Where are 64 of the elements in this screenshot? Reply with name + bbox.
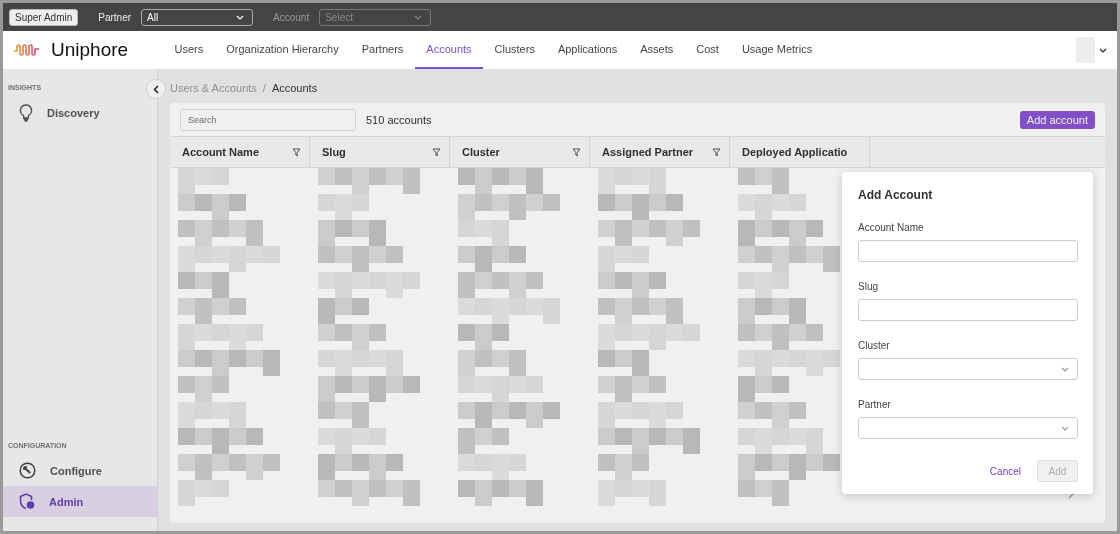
- field-label: Partner: [858, 399, 892, 410]
- brand-name: Uniphore: [51, 39, 129, 61]
- filter-icon[interactable]: [292, 147, 301, 157]
- blurred-text: [738, 194, 806, 220]
- blurred-text: [458, 246, 526, 272]
- nav-tab[interactable]: Usage Metrics: [730, 31, 824, 69]
- field-label: Account Name: [858, 222, 925, 233]
- filter-icon[interactable]: [572, 147, 581, 157]
- nav-tab[interactable]: Users: [163, 31, 215, 69]
- add-account-button[interactable]: Add account: [1019, 110, 1095, 129]
- input-field[interactable]: [858, 299, 1078, 321]
- wrench-icon: [19, 462, 36, 479]
- column-header[interactable]: Cluster: [450, 137, 590, 167]
- shield-icon: [19, 493, 35, 510]
- nav-tab[interactable]: Applications: [546, 31, 629, 69]
- sidebar-item[interactable]: Configure: [3, 455, 157, 486]
- field-label: Slug: [858, 281, 879, 292]
- blurred-text: [178, 402, 246, 428]
- dialog-title: Add Account: [858, 188, 934, 202]
- search-field[interactable]: Search: [180, 108, 356, 131]
- cancel-button[interactable]: Cancel: [983, 464, 1027, 478]
- blurred-text: [458, 350, 526, 376]
- account-label: Account: [273, 11, 310, 23]
- blurred-text: [318, 324, 386, 350]
- column-header[interactable]: Deployed Applicatio: [730, 137, 870, 167]
- breadcrumb-separator: /: [262, 82, 266, 94]
- caret-icon: [414, 14, 423, 20]
- breadcrumb-item: Accounts: [271, 82, 318, 94]
- caret-icon: [236, 14, 245, 20]
- chevron-left-icon: [153, 84, 159, 94]
- blurred-text: [598, 376, 666, 402]
- role-button[interactable]: Super Admin: [9, 8, 79, 26]
- blurred-text: [738, 298, 806, 324]
- partner-select[interactable]: All: [141, 8, 254, 26]
- blurred-text: [458, 454, 526, 480]
- blurred-text: [318, 220, 386, 246]
- nav-tab[interactable]: Assets: [628, 31, 685, 69]
- blurred-text: [738, 402, 806, 428]
- nav-tab[interactable]: Clusters: [483, 31, 547, 69]
- filter-icon[interactable]: [712, 147, 721, 157]
- column-header[interactable]: Slug: [310, 137, 450, 167]
- nav-tab[interactable]: Cost: [684, 31, 731, 69]
- nav-tab[interactable]: Organization Hierarchy: [214, 31, 351, 69]
- input-field[interactable]: [858, 240, 1078, 262]
- select-field[interactable]: [858, 417, 1078, 439]
- caret-icon: [1061, 366, 1069, 372]
- blurred-text: [318, 428, 386, 454]
- caret-icon: [1099, 47, 1107, 53]
- partner-label: Partner: [98, 11, 132, 23]
- blurred-text: [178, 298, 246, 324]
- blurred-text: [598, 480, 666, 506]
- caret-icon: [1061, 425, 1069, 431]
- filter-icon[interactable]: [432, 147, 441, 157]
- sidebar-item[interactable]: Discovery: [3, 97, 157, 128]
- nav-tab[interactable]: Partners: [350, 31, 415, 69]
- field-label: Cluster: [858, 340, 891, 351]
- lightbulb-icon: [19, 103, 33, 122]
- column-header[interactable]: Assigned Partner: [590, 137, 730, 167]
- select-field[interactable]: [858, 358, 1078, 380]
- blurred-text: [178, 194, 246, 220]
- blurred-text: [598, 272, 666, 298]
- sidebar-item[interactable]: Admin: [3, 486, 157, 517]
- column-header[interactable]: Account Name: [170, 137, 310, 167]
- account-count: 510 accounts: [366, 113, 433, 126]
